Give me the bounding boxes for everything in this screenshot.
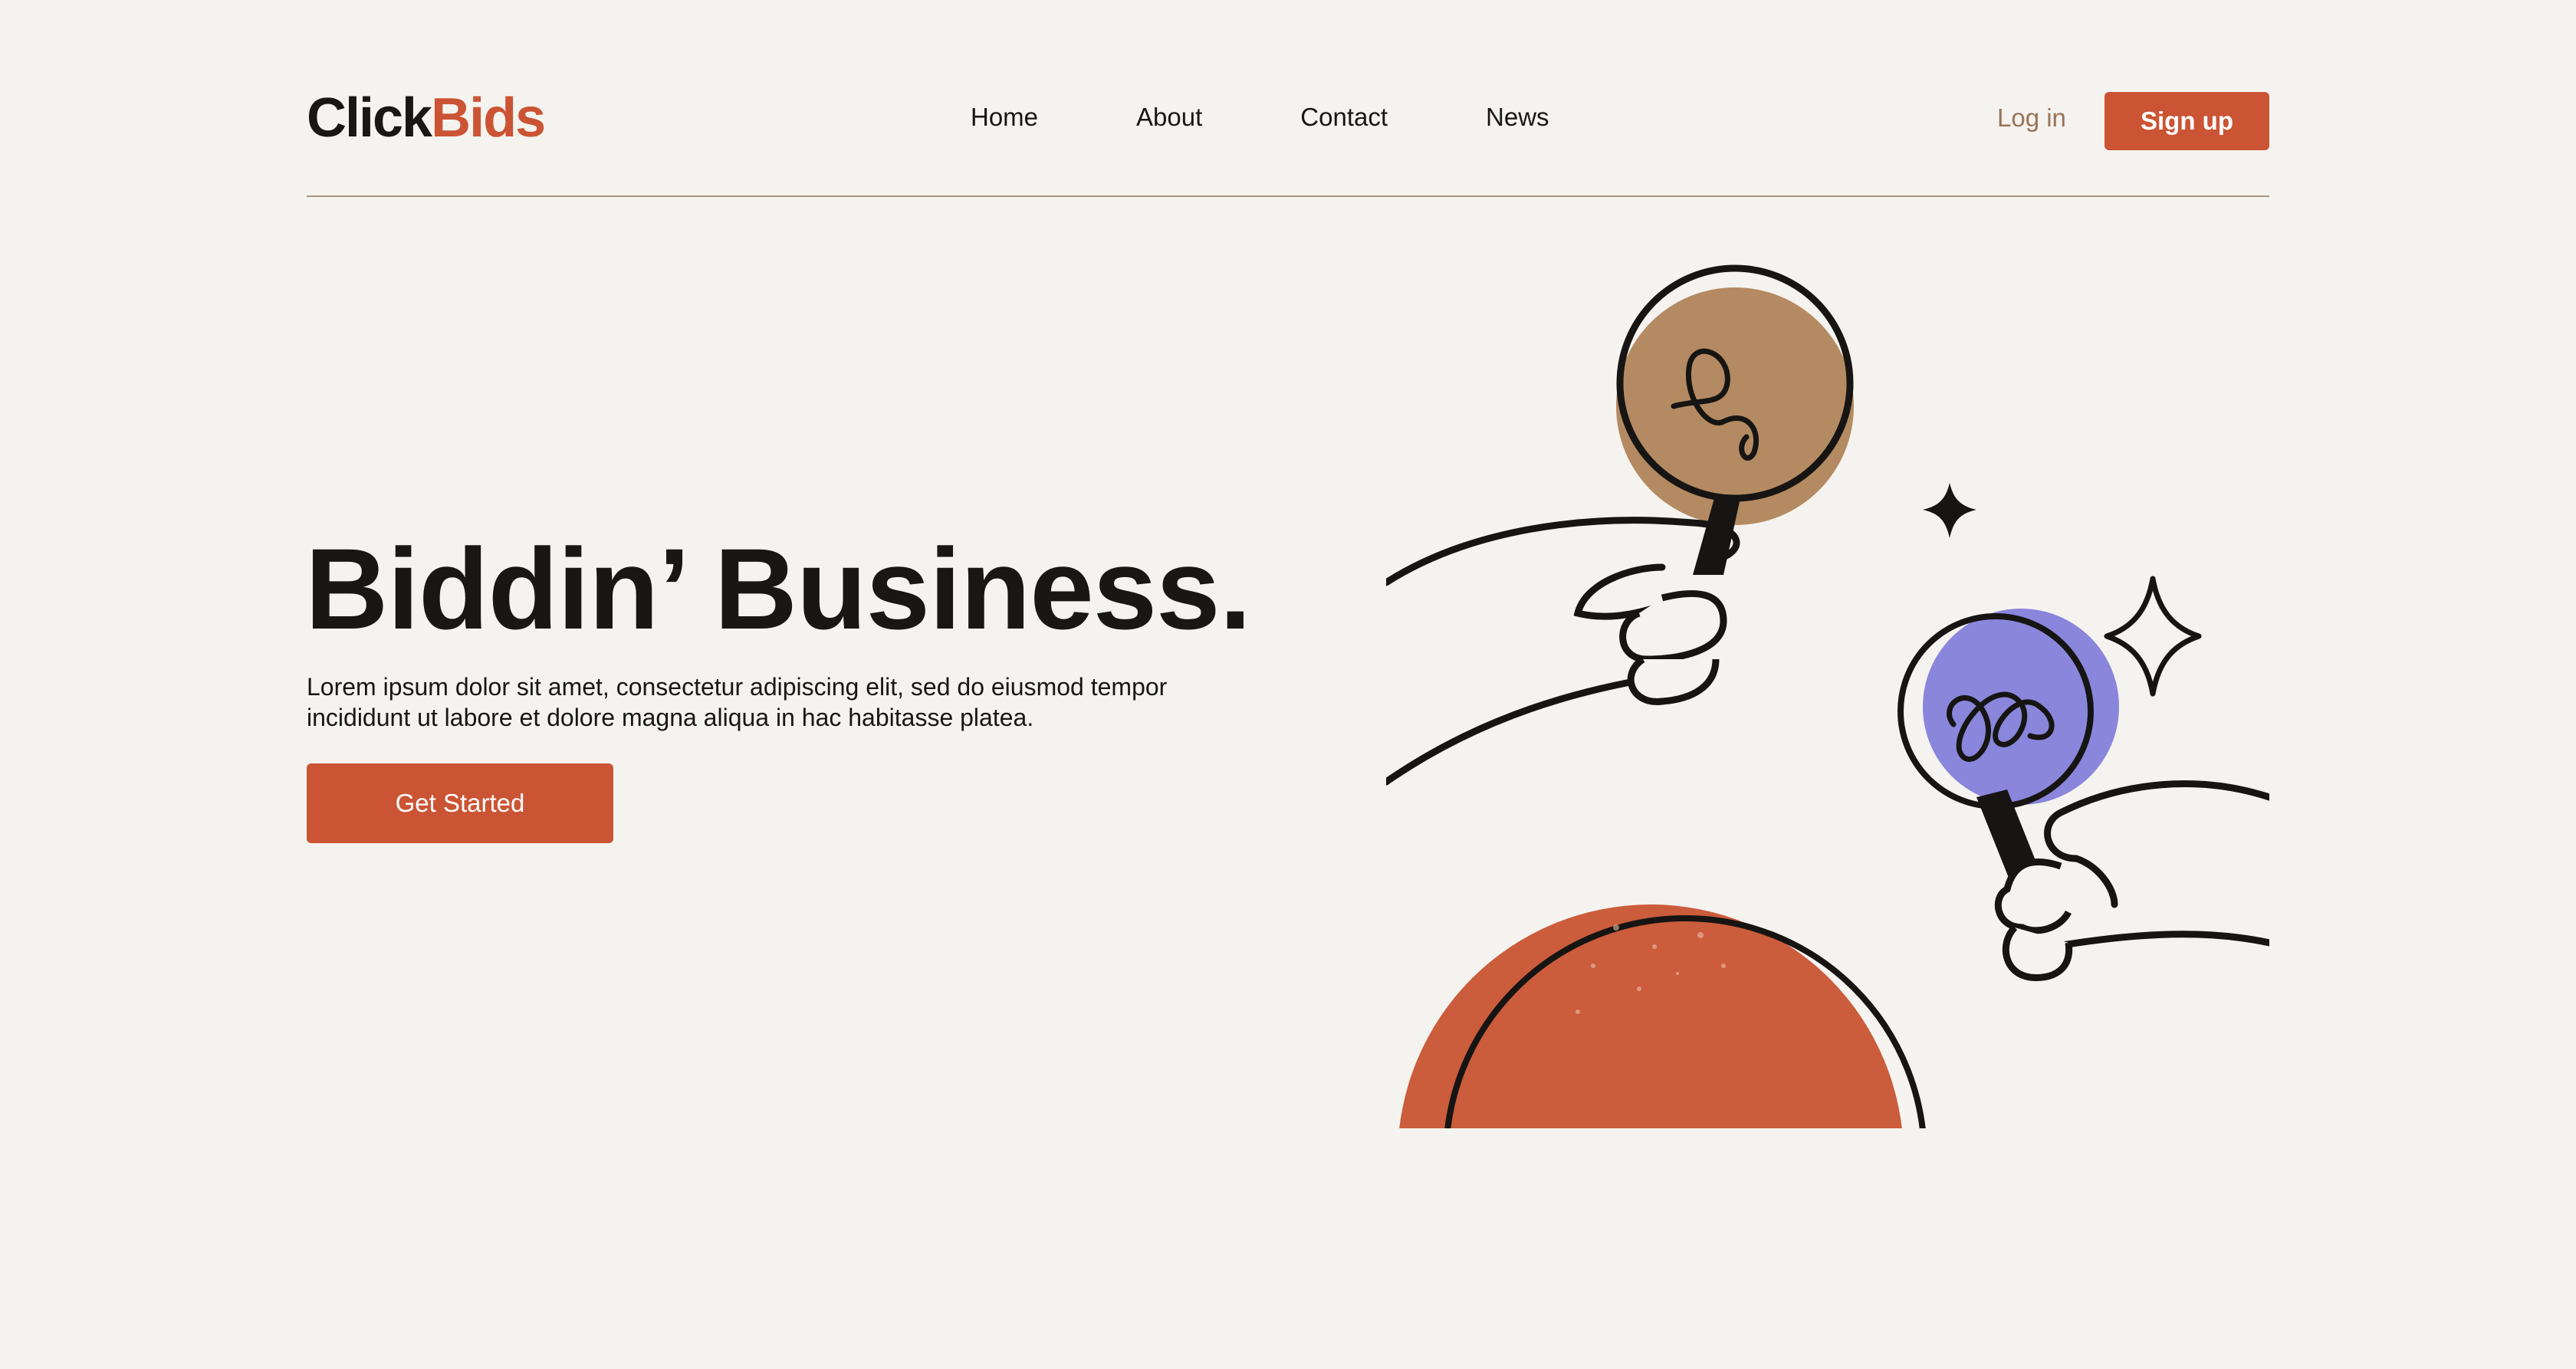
sparkle-filled-icon [1923,483,1976,538]
auction-paddles-illustration [1386,253,2269,1128]
nav-link-news[interactable]: News [1486,103,1549,132]
hero-description: Lorem ipsum dolor sit amet, consectetur … [307,673,1168,731]
main-nav: Home About Contact News [971,103,1549,132]
nav-link-home[interactable]: Home [971,103,1038,132]
orange-paddle [1399,904,1926,1128]
site-header: Click Bids Home About Contact News Log i… [307,80,2269,161]
hero-title: Biddin’ Business. [305,524,1251,653]
brown-paddle [1386,264,1854,786]
nav-link-about[interactable]: About [1136,103,1202,132]
header-divider [307,195,2269,197]
nav-link-contact[interactable]: Contact [1300,103,1388,132]
login-link[interactable]: Log in [1997,103,2066,133]
landing-page: Click Bids Home About Contact News Log i… [0,0,2576,1369]
logo-text-bids: Bids [431,87,546,149]
blue-paddle [1898,609,2269,981]
sparkle-outline-icon [2104,576,2202,697]
auction-paddles-svg [1386,264,2269,1128]
signup-button[interactable]: Sign up [2104,92,2269,150]
logo-text-click: Click [307,87,432,149]
get-started-button[interactable]: Get Started [307,763,613,843]
clickbids-logo[interactable]: Click Bids [307,87,546,149]
